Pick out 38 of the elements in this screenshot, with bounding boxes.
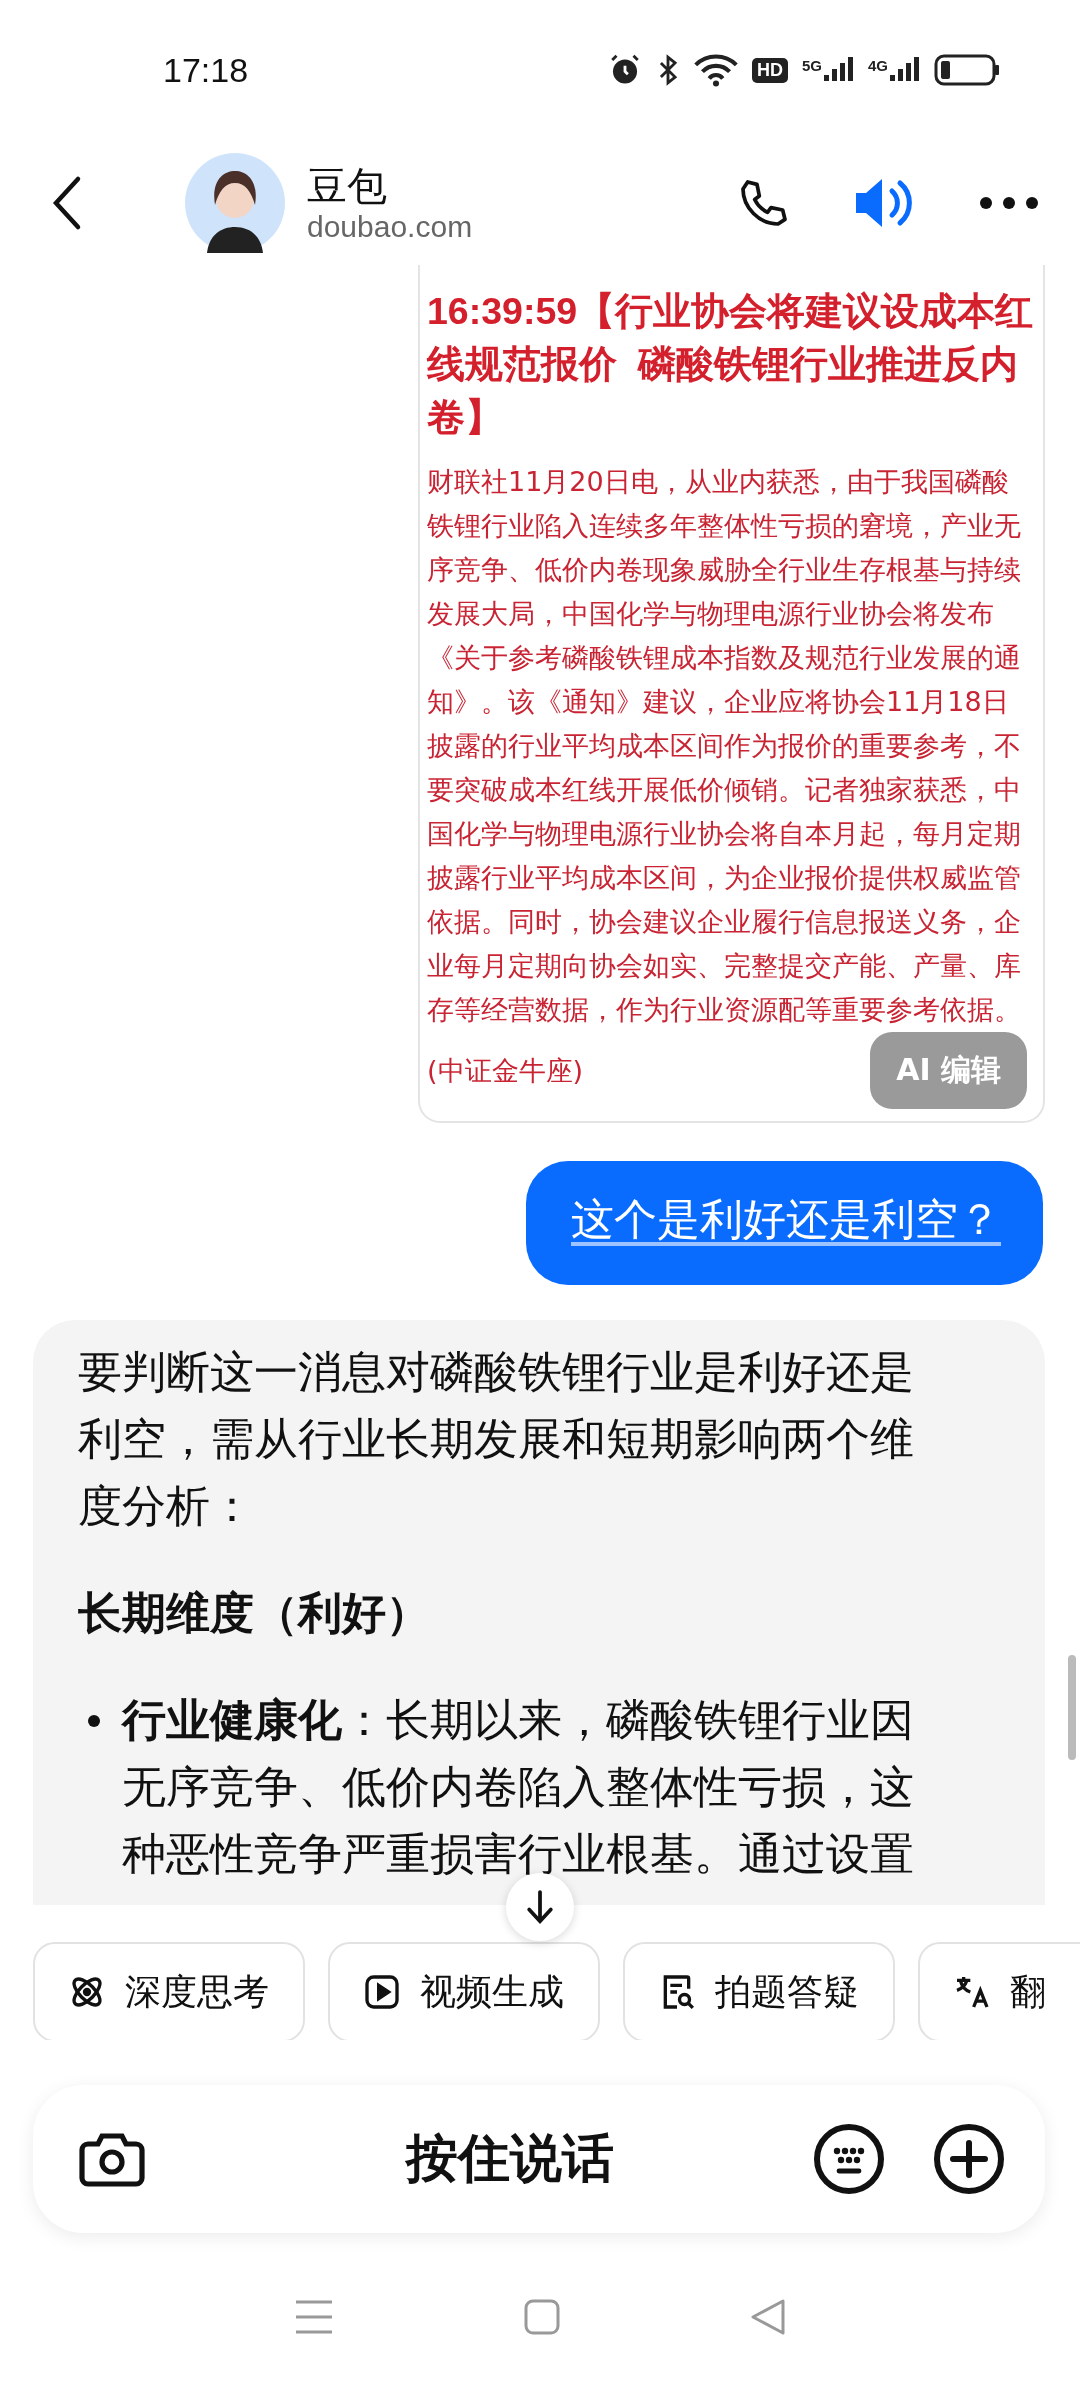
down-arrow-icon	[525, 1889, 555, 1925]
signal-icon	[890, 57, 920, 83]
hd-badge: HD	[751, 57, 788, 83]
avatar-icon	[185, 152, 285, 253]
plus-icon[interactable]	[933, 2123, 1005, 2195]
news-headline: 16:39:59【行业协会将建议设成本红线规范报价 磷酸铁锂行业推进反内卷】	[427, 289, 1035, 440]
home-icon[interactable]	[524, 2298, 560, 2335]
news-source: (中证金牛座)	[427, 1053, 584, 1088]
bullet-text: 行业健康化：长期以来，磷酸铁锂行业因无序竞争、低价内卷陷入整体性亏损，这种恶性竞争严重损害行业根基。通过设置	[122, 1693, 915, 1881]
chip-label: 视频生成	[420, 1969, 564, 2014]
wifi-icon	[693, 53, 738, 87]
answer-heading: 长期维度（利好）	[78, 1586, 431, 1640]
feature-chip[interactable]: 拍题答疑	[623, 1942, 895, 2040]
network-label: 5G	[801, 57, 822, 74]
feature-chip[interactable]: 深度思考	[33, 1942, 305, 2040]
chip-label: 翻	[1010, 1969, 1046, 2014]
chip-label: 拍题答疑	[715, 1969, 859, 2014]
back-icon[interactable]	[52, 174, 82, 231]
chat-subtitle: doubao.com	[307, 209, 473, 244]
status-time: 17:18	[163, 50, 249, 90]
user-message: 这个是利好还是利空？	[526, 1161, 1043, 1285]
voice-input-bar[interactable]: 按住说话	[33, 2085, 1045, 2233]
scroll-down-button[interactable]	[506, 1873, 574, 1941]
news-body: 财联社11月20日电，从业内获悉，由于我国磷酸铁锂行业陷入连续多年整体性亏损的窘境，产业无序竞争、低价内卷现象威胁全行业生存根基与持续发展大局，中国化学与物理电源行业协会将发布《关于参考磷酸铁锂成本指数及规范行业发展的通知》。该《通知》建议，企业应将协会11月18日披露的行业平均成本区间作为报价的重要参考，不要突破成本红线开展低价倾销。记者独家获悉，中国化学与物理电源行业协会将自本月起，每月定期披露行业平均成本区间，为企业报价提供权威监管依据。同时，协会建议企业履行信息报送义务，企业每月定期向协会如实、完整提交产能、产量、库存等经营数据，作为行业资源配等重要参考依据。	[427, 465, 1022, 1027]
keyboard-icon[interactable]	[813, 2123, 885, 2195]
signal-icon	[824, 57, 854, 83]
feature-chip[interactable]: 视频生成	[328, 1942, 600, 2040]
back-nav-icon[interactable]	[750, 2297, 786, 2336]
play-icon	[362, 1972, 402, 2012]
answer-paragraph: 要判断这一消息对磷酸铁锂行业是利好还是利空，需从行业长期发展和短期影响两个维度分析：	[78, 1345, 915, 1533]
feature-chip[interactable]: 翻	[918, 1942, 1080, 2040]
chat-title: 豆包	[307, 161, 388, 210]
bullet-dot	[88, 1715, 100, 1727]
chip-label: 深度思考	[125, 1969, 269, 2014]
menu-icon[interactable]	[294, 2298, 334, 2335]
battery-icon	[934, 54, 1000, 86]
more-icon[interactable]	[978, 194, 1040, 211]
network-label: 4G	[868, 57, 888, 74]
